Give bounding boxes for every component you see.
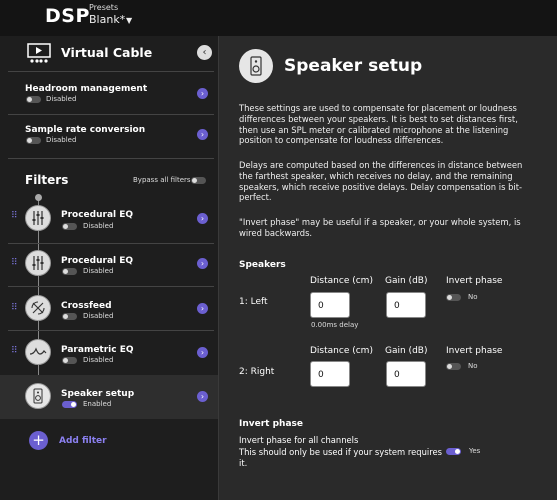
virtual-cable-icon (27, 43, 51, 67)
crossfeed-icon (25, 295, 51, 321)
speakers-heading: Speakers (239, 260, 286, 270)
bypass-toggle[interactable] (191, 177, 206, 184)
filter-name: Procedural EQ (61, 256, 134, 266)
headroom-toggle[interactable] (26, 96, 41, 103)
procedural-eq-icon (25, 205, 51, 231)
drag-handle-icon[interactable]: ⠿ (11, 303, 18, 313)
gain-header: Gain (dB) (385, 276, 428, 286)
virtual-cable-title: Virtual Cable (61, 45, 153, 60)
drag-handle-icon[interactable]: ⠿ (11, 346, 18, 356)
gain-input[interactable]: 0 (386, 361, 426, 387)
samplerate-title: Sample rate conversion (25, 125, 146, 135)
filters-heading: Filters (25, 173, 69, 187)
invert-heading: Invert phase (239, 419, 303, 429)
divider (8, 330, 214, 331)
divider (8, 71, 214, 72)
page-title: Speaker setup (284, 56, 423, 76)
sidebar: Virtual Cable ‹ Headroom management Disa… (0, 36, 218, 500)
filter-chevron-icon[interactable]: › (197, 347, 208, 358)
procedural-eq-icon (25, 250, 51, 276)
chain-start-dot (35, 194, 42, 201)
caret-down-icon[interactable]: ▼ (126, 16, 132, 25)
samplerate-toggle[interactable] (26, 137, 41, 144)
description-paragraph: Delays are computed based on the differe… (239, 160, 523, 203)
divider (8, 158, 214, 159)
filter-name: Parametric EQ (61, 345, 134, 355)
invert-header: Invert phase (446, 276, 503, 286)
drag-handle-icon[interactable]: ⠿ (11, 211, 18, 221)
filter-status: Enabled (83, 400, 112, 408)
filter-status: Disabled (83, 267, 114, 275)
filter-toggle[interactable] (62, 401, 77, 408)
preset-selector[interactable]: Blank* (89, 13, 125, 26)
samplerate-status: Disabled (46, 136, 77, 144)
drag-handle-icon[interactable]: ⠿ (11, 258, 18, 268)
headroom-title: Headroom management (25, 84, 148, 94)
description-paragraph: "Invert phase" may be useful if a speake… (239, 217, 521, 238)
invert-all-label: Invert phase for all channels (239, 435, 359, 445)
divider (8, 243, 214, 244)
top-bar: DSP Presets Blank* ▼ (0, 0, 557, 36)
filter-name: Procedural EQ (61, 210, 134, 220)
app-title: DSP (45, 5, 90, 27)
parametric-eq-icon (25, 339, 51, 365)
invert-value: No (468, 293, 478, 301)
filter-status: Disabled (83, 222, 114, 230)
invert-toggle[interactable] (446, 294, 461, 301)
gain-input[interactable]: 0 (386, 292, 426, 318)
filter-toggle[interactable] (62, 268, 77, 275)
bypass-label: Bypass all filters (133, 176, 191, 184)
invert-all-value: Yes (469, 447, 481, 455)
speaker-name: 2: Right (239, 367, 275, 377)
presets-label: Presets (89, 3, 119, 12)
filter-chevron-icon[interactable]: › (197, 391, 208, 402)
speaker-setup-icon (25, 383, 51, 409)
filter-status: Disabled (83, 312, 114, 320)
filter-name: Speaker setup (61, 389, 135, 399)
filter-chevron-icon[interactable]: › (197, 303, 208, 314)
add-filter-button[interactable]: Add filter (59, 436, 107, 446)
distance-input[interactable]: 0 (310, 292, 350, 318)
filter-status: Disabled (83, 356, 114, 364)
headroom-status: Disabled (46, 95, 77, 103)
invert-note: This should only be used if your system … (239, 447, 443, 468)
description-paragraph: These settings are used to compensate fo… (239, 103, 518, 146)
divider (8, 286, 214, 287)
collapse-chevron-icon[interactable]: ‹ (197, 45, 212, 60)
invert-header: Invert phase (446, 346, 503, 356)
invert-value: No (468, 362, 478, 370)
delay-label: 0.00ms delay (311, 321, 359, 329)
gain-header: Gain (dB) (385, 346, 428, 356)
filter-name: Crossfeed (61, 301, 112, 311)
speaker-icon (239, 49, 273, 83)
add-icon[interactable]: + (29, 431, 48, 450)
invert-all-toggle[interactable] (446, 448, 461, 455)
divider (8, 114, 214, 115)
filter-toggle[interactable] (62, 357, 77, 364)
distance-header: Distance (cm) (310, 276, 373, 286)
filter-chevron-icon[interactable]: › (197, 258, 208, 269)
speaker-name: 1: Left (239, 297, 268, 307)
samplerate-chevron-icon[interactable]: › (197, 129, 208, 140)
main-panel: Speaker setup These settings are used to… (219, 36, 557, 500)
invert-toggle[interactable] (446, 363, 461, 370)
headroom-chevron-icon[interactable]: › (197, 88, 208, 99)
filter-toggle[interactable] (62, 313, 77, 320)
distance-header: Distance (cm) (310, 346, 373, 356)
distance-input[interactable]: 0 (310, 361, 350, 387)
filter-toggle[interactable] (62, 223, 77, 230)
filter-chevron-icon[interactable]: › (197, 213, 208, 224)
